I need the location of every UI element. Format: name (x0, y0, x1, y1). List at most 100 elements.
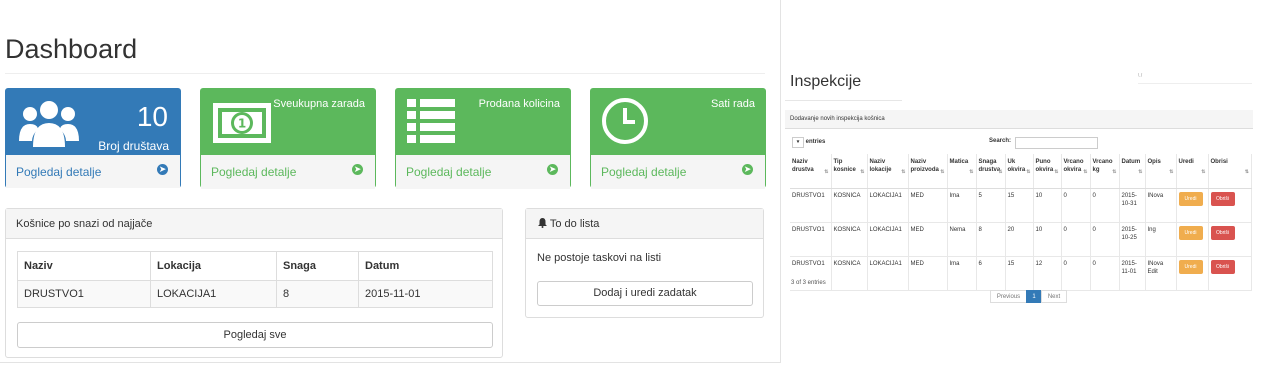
sort-icon: ⇅ (860, 169, 865, 175)
column-header[interactable]: Naziv (17, 251, 151, 281)
sati-title: Sati rada (710, 98, 755, 110)
sort-icon: ⇅ (901, 169, 906, 175)
table-cell: DRUSTVO1 (790, 188, 832, 223)
column-header[interactable]: Puno okvira ⇅ (1033, 154, 1062, 189)
table-cell: 6 (976, 256, 1006, 291)
table-cell: 15 (1005, 188, 1034, 223)
column-header[interactable]: Datum (358, 251, 493, 281)
search-input[interactable] (1015, 137, 1098, 149)
card-details-link[interactable]: Pogledaj detalje ➤ (201, 155, 375, 189)
sort-icon: ⇅ (1138, 169, 1143, 175)
table-cell: 2015-11-01 (1119, 256, 1146, 291)
edit-button[interactable]: Uredi (1178, 191, 1203, 206)
page-title: Dashboard (5, 34, 138, 64)
table-cell: MED (908, 222, 948, 257)
sort-icon: ⇅ (969, 169, 974, 175)
details-label: Pogledaj detalje (601, 165, 687, 179)
card-drustva: 10 Broj društava Pogledaj detalje ➤ (5, 88, 181, 188)
table-cell: 2015-11-01 (358, 280, 493, 308)
pagination-page[interactable]: 1 (1026, 290, 1042, 303)
column-header[interactable]: Vrcano okvira ⇅ (1061, 154, 1091, 189)
table-info: 3 of 3 entries (791, 280, 826, 286)
column-header[interactable]: Uk okvira ⇅ (1005, 154, 1034, 189)
card-sati: Sati rada Pogledaj detalje ➤ (590, 88, 766, 189)
delete-button[interactable]: Obriši (1210, 225, 1235, 240)
table-cell: Uredi (1176, 188, 1209, 223)
inspections-table: Naziv drustva ⇅ Tip kosnice ⇅ Naziv lokaci… (790, 154, 1252, 291)
table-cell: INova Edit (1145, 256, 1177, 291)
sort-icon: ⇅ (1112, 169, 1117, 175)
list-icon (407, 99, 455, 148)
add-task-button[interactable]: Dodaj i uredi zadatak (537, 281, 753, 306)
table-cell: 12 (1033, 256, 1062, 291)
arrow-right-icon: ➤ (742, 164, 753, 175)
edit-button[interactable]: Uredi (1178, 259, 1203, 274)
card-details-link[interactable]: Pogledaj detalje ➤ (396, 155, 570, 189)
svg-text:1: 1 (238, 117, 246, 131)
column-header[interactable]: Opis ⇅ (1145, 154, 1177, 189)
card-kolicina: Prodana kolicina Pogledaj detalje ➤ (395, 88, 571, 189)
table-cell: Obriši (1208, 222, 1252, 257)
column-header[interactable]: Naziv drustva ⇅ (790, 154, 832, 189)
sort-icon: ⇅ (998, 169, 1003, 175)
table-cell: 15 (1005, 256, 1034, 291)
drustva-count: 10 (136, 101, 168, 132)
column-header[interactable]: Tip kosnice ⇅ (831, 154, 868, 189)
column-header[interactable]: Matica ⇅ (947, 154, 977, 189)
table-cell: 5 (976, 188, 1006, 223)
table-cell: 10 (1033, 188, 1062, 223)
drustva-label: Broj društava (98, 139, 169, 153)
table-cell: KOSNICA (831, 188, 868, 223)
view-all-button[interactable]: Pogledaj sve (17, 322, 493, 348)
pagination-previous[interactable]: Previous (990, 290, 1027, 303)
table-cell: LOKACIJA1 (150, 280, 277, 308)
table-cell: 0 (1061, 188, 1091, 223)
entries-select[interactable]: ▾ (792, 137, 804, 148)
card-head: 10 Broj društava (6, 89, 180, 155)
table-cell: Obriši (1208, 188, 1252, 223)
title-divider (5, 73, 765, 74)
column-header[interactable]: Snaga drustva ⇅ (976, 154, 1006, 189)
details-label: Pogledaj detalje (406, 165, 492, 179)
details-label: Pogledaj detalje (211, 165, 297, 179)
todo-empty-text: Ne postoje taskovi na listi (537, 252, 662, 264)
table-cell: Nema (947, 222, 977, 257)
column-header[interactable]: Naziv proizvoda ⇅ (908, 154, 948, 189)
table-cell: LOKACIJA1 (867, 188, 909, 223)
delete-button[interactable]: Obriši (1210, 259, 1235, 274)
column-header[interactable]: Lokacija (150, 251, 277, 281)
entries-control: ▾ entries (792, 137, 825, 148)
card-zarada: 1 Sveukupna zarada Pogledaj detalje ➤ (200, 88, 376, 189)
sort-icon: ⇅ (1026, 169, 1031, 175)
column-header[interactable]: Snaga (276, 251, 359, 281)
table-cell: 10 (1033, 222, 1062, 257)
card-head: Sati rada (591, 89, 765, 155)
inspections-title: Inspekcije (790, 73, 862, 90)
table-cell: Uredi (1176, 256, 1209, 291)
column-header[interactable]: Obrisi ⇅ (1208, 154, 1252, 189)
arrow-right-icon: ➤ (547, 164, 558, 175)
arrow-right-icon: ➤ (157, 164, 168, 175)
column-header[interactable]: Datum ⇅ (1119, 154, 1146, 189)
kolicina-title: Prodana kolicina (478, 98, 560, 110)
card-details-link[interactable]: Pogledaj detalje ➤ (6, 155, 180, 188)
column-header[interactable]: Naziv lokacije ⇅ (867, 154, 909, 189)
card-details-link[interactable]: Pogledaj detalje ➤ (591, 155, 765, 189)
table-cell: 8 (976, 222, 1006, 257)
top-input[interactable]: \ / (1138, 73, 1252, 84)
column-header[interactable]: Vrcano kg ⇅ (1090, 154, 1120, 189)
details-label: Pogledaj detalje (16, 165, 102, 179)
panel-title: Dodavanje novih inspekcija košnica (785, 110, 1253, 129)
table-row: DRUSTVO1 KOSNICA LOKACIJA1 MED Ima 5 15 … (790, 188, 1252, 223)
dashboard-section: Dashboard 10 Broj društava Pogledaj deta… (0, 0, 781, 363)
hives-table: Naziv Lokacija Snaga Datum DRUSTVO1 LOKA… (17, 251, 493, 308)
delete-button[interactable]: Obriši (1210, 191, 1235, 206)
zarada-title: Sveukupna zarada (273, 98, 365, 110)
pagination-next[interactable]: Next (1041, 290, 1067, 303)
edit-button[interactable]: Uredi (1178, 225, 1203, 240)
entries-label: entries (805, 139, 826, 145)
title-divider (785, 100, 902, 101)
table-row: DRUSTVO1 KOSNICA LOKACIJA1 MED Nema 8 20… (790, 222, 1252, 257)
table-row: DRUSTVO1 LOKACIJA1 8 2015-11-01 (17, 280, 493, 308)
column-header[interactable]: Uredi ⇅ (1176, 154, 1209, 189)
